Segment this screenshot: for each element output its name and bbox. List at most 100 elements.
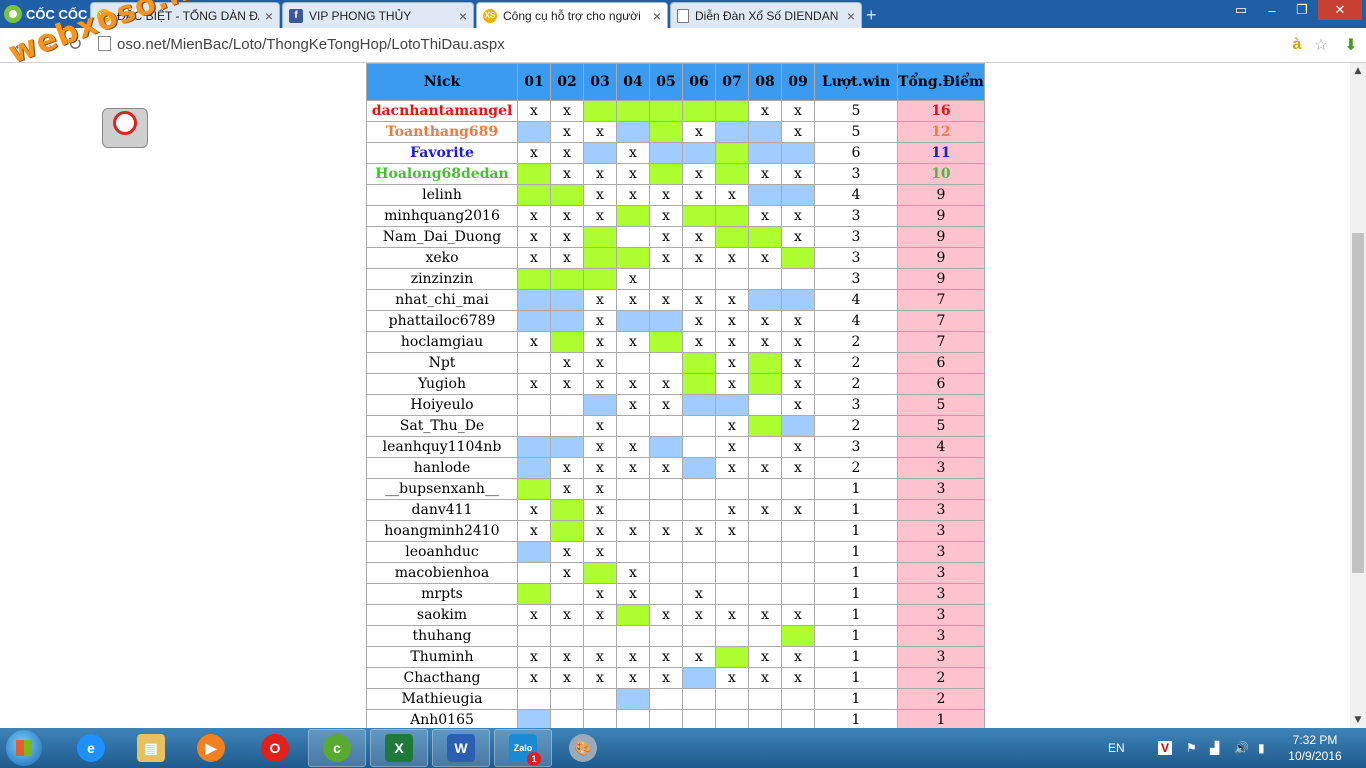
number-cell: x: [616, 331, 650, 353]
number-cell: [682, 394, 716, 416]
paint-icon[interactable]: 🎨: [554, 729, 612, 767]
number-cell: x: [616, 457, 650, 479]
nick-cell[interactable]: __bupsenxanh__: [366, 478, 518, 500]
nick-cell[interactable]: hoangminh2410: [366, 520, 518, 542]
tray-v-icon[interactable]: V: [1158, 728, 1173, 768]
header-col-06: 06: [682, 63, 716, 101]
minimize-icon[interactable]: –: [1258, 0, 1286, 20]
translate-icon[interactable]: à: [1286, 34, 1308, 56]
zalo-icon[interactable]: Zalo 1: [494, 729, 552, 767]
nick-cell[interactable]: Yugioh: [366, 373, 518, 395]
nick-cell[interactable]: Chacthang: [366, 667, 518, 689]
new-tab-icon[interactable]: +: [866, 5, 877, 26]
number-cell: x: [616, 373, 650, 395]
start-button[interactable]: [6, 730, 42, 766]
scroll-up-icon[interactable]: ▲: [1350, 63, 1366, 79]
nick-cell[interactable]: Nam_Dai_Duong: [366, 226, 518, 248]
nick-cell[interactable]: Favorite: [366, 142, 518, 164]
table-row: xeko x x x x x x 3 9: [366, 247, 985, 269]
nick-cell[interactable]: leanhquy1104nb: [366, 436, 518, 458]
download-icon[interactable]: ⬇: [1340, 34, 1362, 56]
number-cell: [748, 520, 782, 542]
word-icon[interactable]: W: [432, 729, 490, 767]
facebook-favicon-icon: f: [289, 8, 303, 23]
tab-dien-dan[interactable]: Diễn Đàn Xổ Số DIENDAN ×: [670, 2, 862, 28]
nick-cell[interactable]: minhquang2016: [366, 205, 518, 227]
coccoc-icon[interactable]: c: [308, 729, 366, 767]
number-cell: [616, 541, 650, 563]
close-icon[interactable]: ×: [459, 8, 467, 24]
nick-cell[interactable]: phattailoc6789: [366, 310, 518, 332]
number-cell: [682, 457, 716, 479]
number-cell: x: [715, 499, 749, 521]
tab-cong-cu[interactable]: XS Công cụ hỗ trợ cho người ×: [476, 2, 668, 28]
nick-cell[interactable]: Hoiyeulo: [366, 394, 518, 416]
vertical-scrollbar[interactable]: ▲ ▼: [1350, 63, 1366, 728]
nick-cell[interactable]: thuhang: [366, 625, 518, 647]
tab-strip: CỐC CỐC XS ĐẶC BIỆT - TỔNG DÀN ĐẶ × f VI…: [0, 0, 1366, 28]
number-cell: [583, 268, 617, 290]
ie-icon[interactable]: e: [62, 729, 120, 767]
close-icon[interactable]: ×: [265, 8, 273, 24]
maximize-icon[interactable]: ❐: [1288, 0, 1316, 20]
network-icon[interactable]: ▟: [1210, 728, 1219, 768]
number-cell: [748, 373, 782, 395]
explorer-icon[interactable]: ▤: [122, 729, 180, 767]
nick-cell[interactable]: hoclamgiau: [366, 331, 518, 353]
nick-cell[interactable]: Toanthang689: [366, 121, 518, 143]
volume-icon[interactable]: 🔊: [1234, 728, 1249, 768]
nick-cell[interactable]: saokim: [366, 604, 518, 626]
win-count-cell: 3: [814, 163, 898, 185]
number-cell: x: [583, 331, 617, 353]
address-bar[interactable]: oso.net/MienBac/Loto/ThongKeTongHop/Loto…: [98, 34, 1278, 56]
menu-icon[interactable]: ▭: [1228, 0, 1254, 20]
url-text: oso.net/MienBac/Loto/ThongKeTongHop/Loto…: [117, 36, 505, 53]
nick-cell[interactable]: Anh0165: [366, 709, 518, 728]
bookmark-star-icon[interactable]: ☆: [1310, 34, 1332, 56]
language-indicator[interactable]: EN: [1108, 728, 1125, 768]
number-cell: x: [550, 604, 584, 626]
number-cell: [517, 268, 551, 290]
nick-cell[interactable]: Sat_Thu_De: [366, 415, 518, 437]
opera-icon[interactable]: O: [246, 729, 304, 767]
nick-cell[interactable]: zinzinzin: [366, 268, 518, 290]
number-cell: x: [682, 247, 716, 269]
nick-cell[interactable]: Mathieugia: [366, 688, 518, 710]
scrollbar-thumb[interactable]: [1352, 233, 1364, 573]
clock[interactable]: 7:32 PM 10/9/2016: [1286, 732, 1344, 764]
nick-cell[interactable]: lelinh: [366, 184, 518, 206]
battery-icon[interactable]: ▮: [1258, 728, 1265, 768]
number-cell: x: [781, 331, 815, 353]
close-icon[interactable]: ×: [653, 8, 661, 24]
scroll-down-icon[interactable]: ▼: [1350, 712, 1366, 728]
excel-icon[interactable]: X: [370, 729, 428, 767]
number-cell: x: [649, 520, 683, 542]
nick-cell[interactable]: macobienhoa: [366, 562, 518, 584]
nick-cell[interactable]: leoanhduc: [366, 541, 518, 563]
tab-vip-phong-thuy[interactable]: f VIP PHONG THỦY ×: [282, 2, 474, 28]
nick-cell[interactable]: danv411: [366, 499, 518, 521]
number-cell: [517, 415, 551, 437]
flag-icon[interactable]: ⚑: [1186, 728, 1197, 768]
number-cell: x: [550, 478, 584, 500]
nick-cell[interactable]: hanlode: [366, 457, 518, 479]
number-cell: [781, 184, 815, 206]
nick-cell[interactable]: dacnhantamangel: [366, 100, 518, 122]
number-cell: [682, 415, 716, 437]
number-cell: x: [781, 436, 815, 458]
nick-cell[interactable]: xeko: [366, 247, 518, 269]
media-player-icon[interactable]: ▶: [182, 729, 240, 767]
number-cell: x: [583, 415, 617, 437]
nick-cell[interactable]: mrpts: [366, 583, 518, 605]
win-count-cell: 3: [814, 436, 898, 458]
nick-cell[interactable]: Hoalong68dedan: [366, 163, 518, 185]
table-row: Yugioh x x x x x x x 2 6: [366, 373, 985, 395]
close-window-icon[interactable]: ✕: [1318, 0, 1362, 20]
number-cell: [748, 625, 782, 647]
close-icon[interactable]: ×: [847, 8, 855, 24]
nick-cell[interactable]: nhat_chi_mai: [366, 289, 518, 311]
number-cell: [748, 562, 782, 584]
nick-cell[interactable]: Npt: [366, 352, 518, 374]
nick-cell[interactable]: Thuminh: [366, 646, 518, 668]
number-cell: [517, 688, 551, 710]
